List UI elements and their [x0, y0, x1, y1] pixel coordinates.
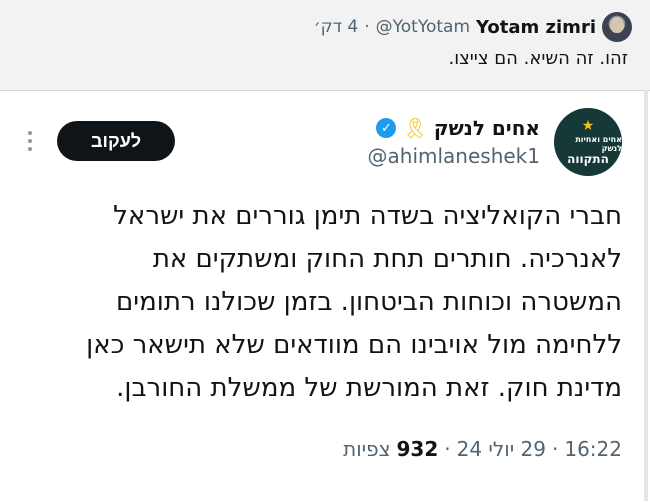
tweet-time[interactable]: 16:22	[564, 437, 622, 461]
views-label: צפיות	[343, 437, 391, 461]
author-name-row: אחים לנשק 🎗 ✓	[376, 116, 540, 140]
scrollbar-track[interactable]	[644, 90, 648, 501]
reply-author-row: Yotam zimri @YotYotam · 4 דק׳	[314, 12, 632, 42]
tweet-meta: 16:22 · 29 יולי 24 · 932 צפיות	[343, 437, 622, 461]
views-count[interactable]: 932	[397, 437, 439, 461]
reply-header: Yotam zimri @YotYotam · 4 דק׳ זהו. זה הש…	[0, 0, 650, 90]
more-dot	[28, 139, 32, 143]
more-dot	[28, 131, 32, 135]
tweet-body-line: ללחימה מול אויבינו הם מוודאים שלא תישאר …	[86, 330, 622, 360]
author-handle[interactable]: @ahimlaneshek1	[368, 144, 540, 168]
author-name[interactable]: אחים לנשק	[434, 116, 540, 140]
reply-separator: ·	[364, 17, 370, 37]
tweet-body: חברי הקואליציה בשדה תימן גוררים את ישראל…	[22, 195, 622, 410]
tweet-body-line: חברי הקואליציה בשדה תימן גוררים את ישראל	[113, 201, 622, 231]
reply-author-name[interactable]: Yotam zimri	[476, 17, 596, 38]
tweet-body-line: המשטרה וכוחות הביטחון. בזמן שכולנו רתומי…	[116, 287, 622, 317]
reply-avatar[interactable]	[602, 12, 632, 42]
author-names: אחים לנשק 🎗 ✓ @ahimlaneshek1	[368, 116, 540, 168]
author-avatar-logo[interactable]: ★ אחים ואחיות לנשק התקווה	[554, 108, 622, 176]
logo-text-bottom: התקווה	[567, 151, 609, 166]
yellow-ribbon-icon: 🎗	[402, 116, 428, 140]
meta-separator: ·	[444, 437, 451, 461]
quoted-tweet-card[interactable]: ★ אחים ואחיות לנשק התקווה אחים לנשק 🎗 ✓ …	[0, 90, 650, 502]
meta-separator: ·	[552, 437, 559, 461]
tweet-body-line: לאנרכיה. חותרים תחת החוק ומשתקים את	[152, 244, 622, 274]
reply-author-handle[interactable]: @YotYotam	[376, 17, 470, 37]
more-dot	[28, 147, 32, 151]
tweet-body-line: מדינת חוק. זאת המורשת של ממשלת החורבן.	[116, 373, 622, 403]
tweet-date[interactable]: 29 יולי 24	[457, 437, 546, 461]
follow-button[interactable]: לעקוב	[57, 121, 175, 161]
tweet-author-block: ★ אחים ואחיות לנשק התקווה אחים לנשק 🎗 ✓ …	[368, 108, 622, 176]
logo-text-top: אחים ואחיות לנשק	[575, 134, 622, 153]
more-options-icon[interactable]	[18, 123, 42, 159]
reply-timestamp[interactable]: 4 דק׳	[314, 17, 359, 37]
verified-badge-icon[interactable]: ✓	[376, 118, 397, 138]
star-icon: ★	[581, 117, 595, 134]
reply-text: זהו. זה השיא. הם צייצו.	[448, 48, 628, 69]
